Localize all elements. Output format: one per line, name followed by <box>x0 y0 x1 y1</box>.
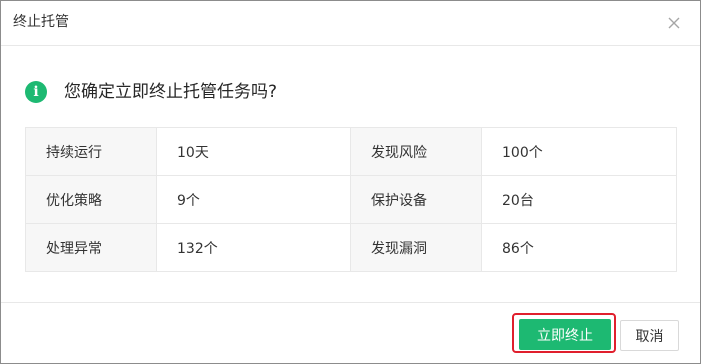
close-icon[interactable] <box>666 15 682 31</box>
confirm-question: 您确定立即终止托管任务吗? <box>64 82 278 102</box>
stat-value: 100个 <box>481 127 677 176</box>
table-row: 持续运行 10天 发现风险 100个 <box>25 127 677 176</box>
stat-value: 86个 <box>481 223 677 272</box>
stat-label: 保护设备 <box>350 175 482 224</box>
stat-label: 处理异常 <box>25 223 157 272</box>
table-row: 优化策略 9个 保护设备 20台 <box>25 175 677 224</box>
confirm-message: i 您确定立即终止托管任务吗? <box>25 80 277 104</box>
dialog-title: 终止托管 <box>13 14 69 30</box>
stat-label: 持续运行 <box>25 127 157 176</box>
stat-label: 优化策略 <box>25 175 157 224</box>
table-row: 处理异常 132个 发现漏洞 86个 <box>25 223 677 272</box>
stat-label: 发现漏洞 <box>350 223 482 272</box>
stat-value: 9个 <box>156 175 351 224</box>
terminate-hosting-dialog: 终止托管 i 您确定立即终止托管任务吗? 持续运行 10天 发现风险 100个 … <box>0 0 701 364</box>
stat-label: 发现风险 <box>350 127 482 176</box>
terminate-now-button[interactable]: 立即终止 <box>519 319 611 350</box>
stat-value: 20台 <box>481 175 677 224</box>
stats-table: 持续运行 10天 发现风险 100个 优化策略 9个 保护设备 20台 处理异常… <box>25 127 677 272</box>
cancel-button[interactable]: 取消 <box>620 320 679 351</box>
stat-value: 132个 <box>156 223 351 272</box>
stat-value: 10天 <box>156 127 351 176</box>
dialog-header: 终止托管 <box>1 1 700 46</box>
info-icon: i <box>25 81 47 103</box>
